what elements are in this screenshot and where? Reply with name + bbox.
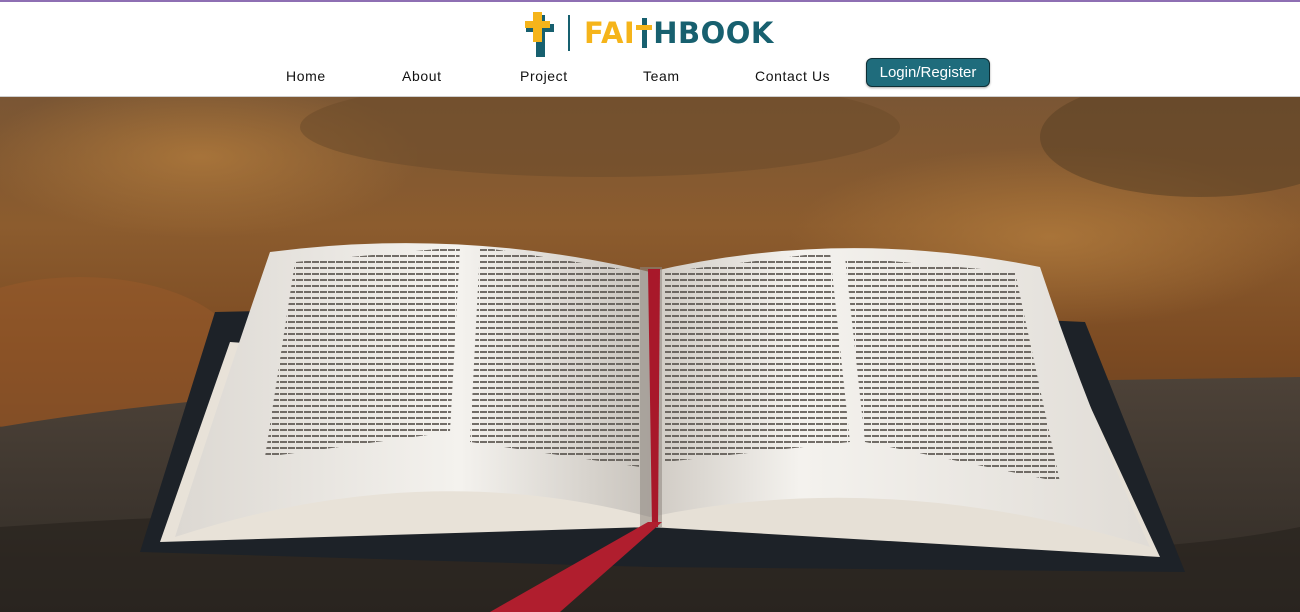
- nav-project[interactable]: Project: [520, 68, 568, 84]
- nav-about[interactable]: About: [402, 68, 442, 84]
- hero-image: [0, 97, 1300, 612]
- site-header: FAI H BOOK Home About Project Team Conta…: [0, 2, 1300, 97]
- nav-contact-us[interactable]: Contact Us: [755, 68, 830, 84]
- brand-logo[interactable]: FAI H BOOK: [524, 8, 784, 58]
- brand-wordmark: FAI H BOOK: [584, 15, 774, 50]
- nav-team[interactable]: Team: [643, 68, 680, 84]
- cross-icon: [524, 9, 556, 57]
- main-nav: Home About Project Team Contact Us Login…: [0, 58, 1300, 94]
- wordmark-cross-icon: [636, 18, 653, 48]
- nav-home[interactable]: Home: [286, 68, 326, 84]
- logo-divider: [568, 15, 570, 51]
- login-register-button[interactable]: Login/Register: [866, 58, 990, 87]
